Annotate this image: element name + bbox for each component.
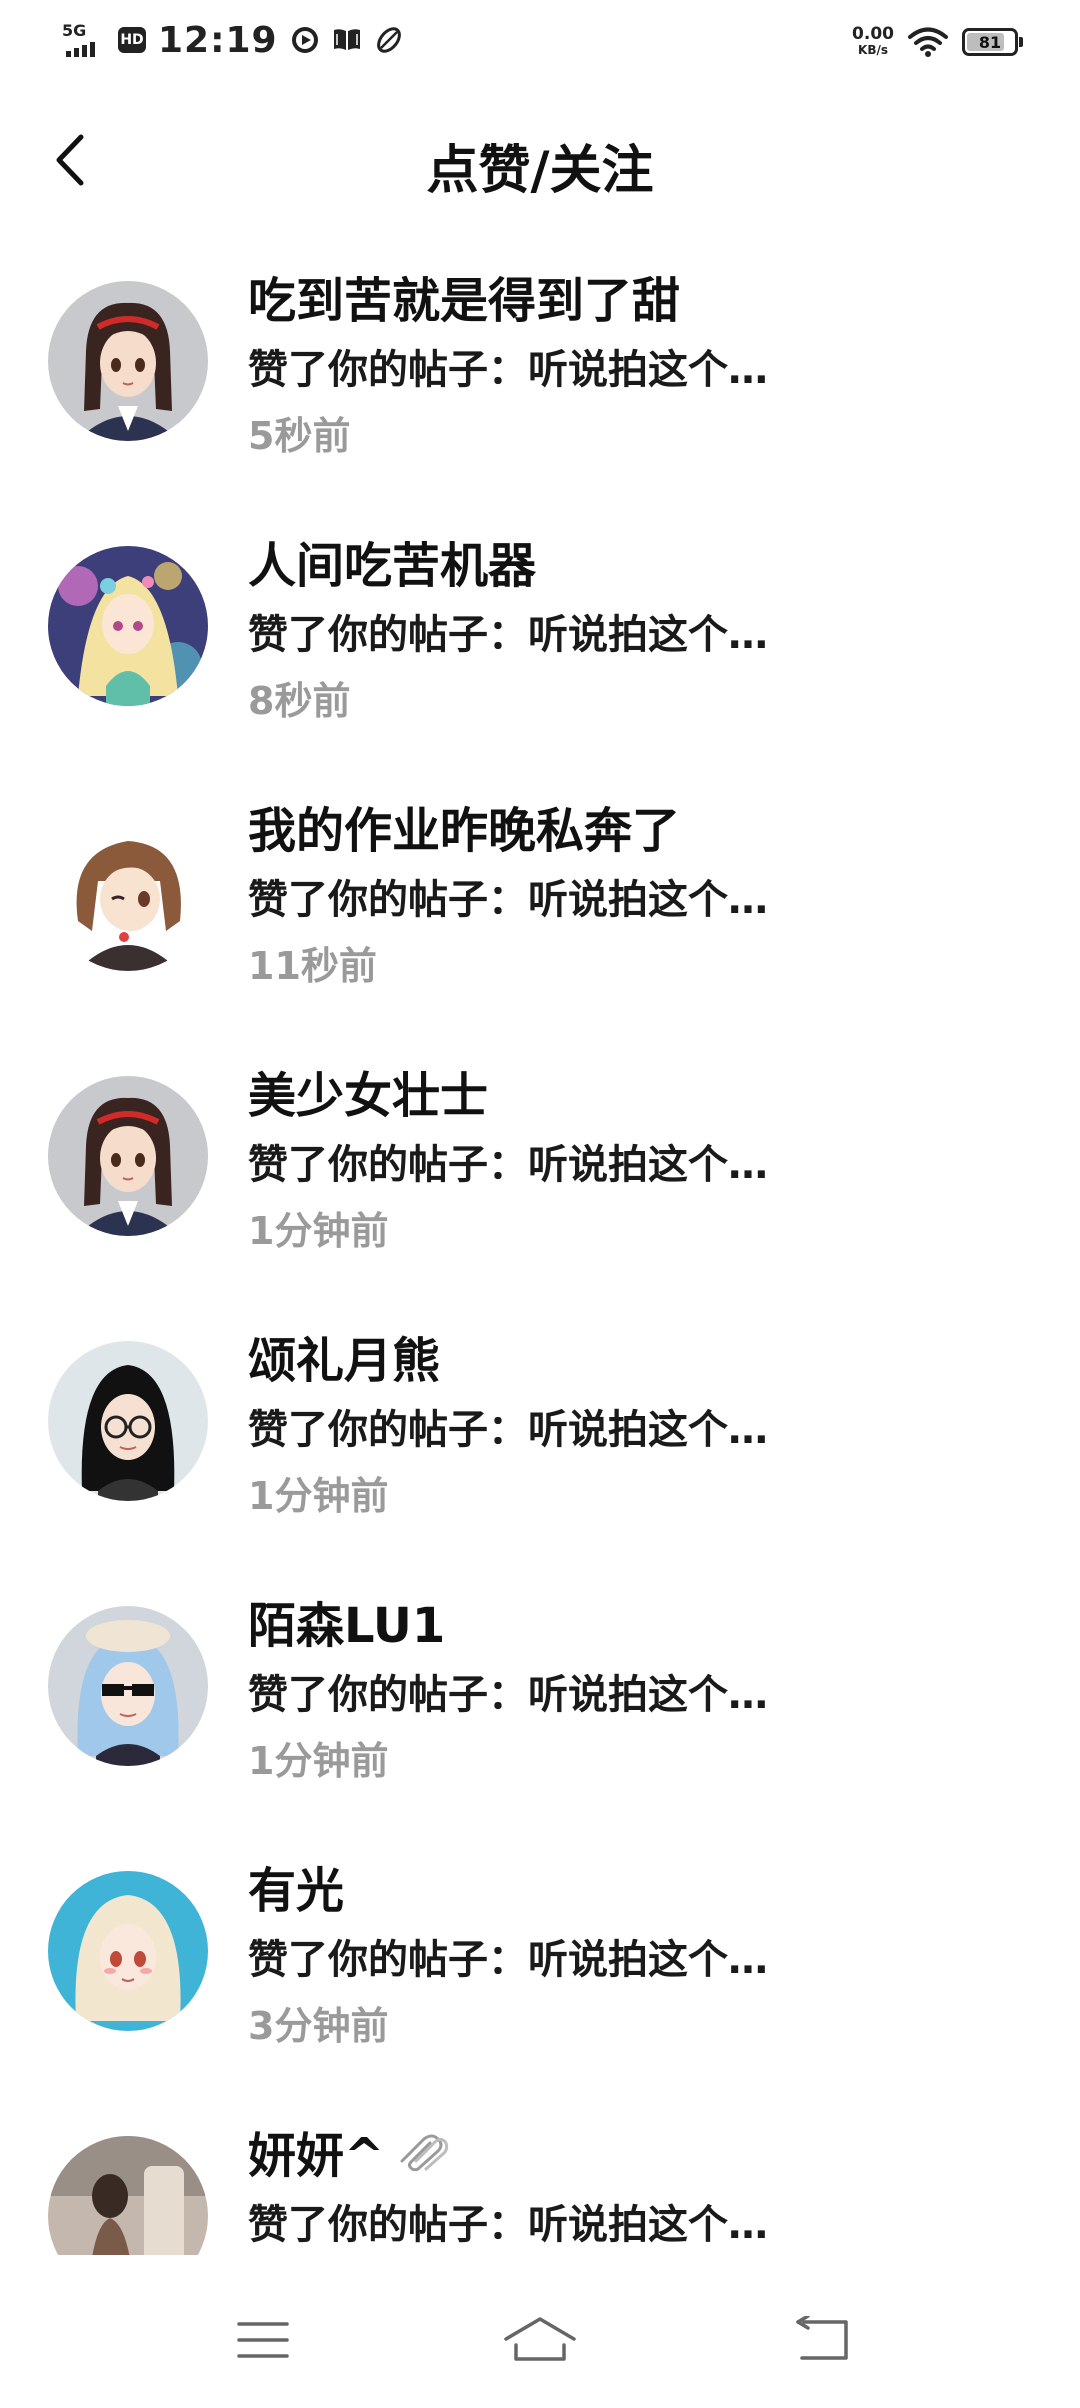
user-name[interactable]: 人间吃苦机器 bbox=[248, 526, 536, 596]
action-text: 赞了你的帖子：听说拍这个… bbox=[248, 1142, 768, 1188]
user-name-row[interactable]: 妍妍^ bbox=[248, 2116, 452, 2186]
home-button[interactable] bbox=[495, 2300, 585, 2380]
leaf-icon bbox=[374, 25, 404, 55]
network-type: 5G bbox=[62, 21, 87, 40]
timestamp: 8秒前 bbox=[248, 679, 351, 723]
notification-item[interactable]: 美少女壮士 赞了你的帖子：听说拍这个… 1分钟前 bbox=[0, 1050, 1080, 1280]
action-text: 赞了你的帖子：听说拍这个… bbox=[248, 2202, 768, 2248]
avatar[interactable] bbox=[48, 811, 208, 971]
avatar[interactable] bbox=[48, 2136, 208, 2255]
speed-value: 0.00 bbox=[852, 24, 894, 44]
timestamp: 1分钟前 bbox=[248, 1209, 389, 1253]
action-text: 赞了你的帖子：听说拍这个… bbox=[248, 347, 768, 393]
action-text: 赞了你的帖子：听说拍这个… bbox=[248, 1407, 768, 1453]
battery-level: 81 bbox=[978, 32, 1002, 52]
speed-unit: KB/s bbox=[858, 43, 889, 57]
status-bar-right: 0.00 KB/s 81 bbox=[852, 20, 1023, 64]
book-icon bbox=[332, 25, 362, 55]
notification-item[interactable]: 有光 赞了你的帖子：听说拍这个… 3分钟前 bbox=[0, 1845, 1080, 2075]
paperclip-icon bbox=[394, 2131, 452, 2171]
avatar[interactable] bbox=[48, 1341, 208, 1501]
action-text: 赞了你的帖子：听说拍这个… bbox=[248, 1937, 768, 1983]
network-speed: 0.00 KB/s bbox=[852, 26, 894, 58]
avatar[interactable] bbox=[48, 281, 208, 441]
notification-list[interactable]: 吃到苦就是得到了甜 赞了你的帖子：听说拍这个… 5秒前 人间吃苦机器 赞了你的帖… bbox=[0, 255, 1080, 2255]
notification-item[interactable]: 陌森LU1 赞了你的帖子：听说拍这个… 1分钟前 bbox=[0, 1580, 1080, 1810]
notification-item[interactable]: 我的作业昨晚私奔了 赞了你的帖子：听说拍这个… 11秒前 bbox=[0, 785, 1080, 1015]
clock: 12:19 bbox=[158, 19, 278, 61]
back-nav-button[interactable] bbox=[778, 2300, 868, 2380]
navigation-bar bbox=[0, 2280, 1080, 2408]
menu-button[interactable] bbox=[218, 2300, 308, 2380]
user-name[interactable]: 颂礼月熊 bbox=[248, 1321, 440, 1391]
wifi-icon bbox=[908, 26, 948, 58]
user-name[interactable]: 有光 bbox=[248, 1851, 344, 1921]
action-text: 赞了你的帖子：听说拍这个… bbox=[248, 877, 768, 923]
user-name[interactable]: 妍妍^ bbox=[248, 2116, 384, 2186]
signal-icon: 5G bbox=[62, 21, 110, 59]
battery-icon: 81 bbox=[962, 28, 1023, 56]
menu-icon bbox=[237, 2322, 289, 2358]
notification-item[interactable]: 吃到苦就是得到了甜 赞了你的帖子：听说拍这个… 5秒前 bbox=[0, 255, 1080, 485]
timestamp: 1分钟前 bbox=[248, 1474, 389, 1518]
action-text: 赞了你的帖子：听说拍这个… bbox=[248, 1672, 768, 1718]
action-text: 赞了你的帖子：听说拍这个… bbox=[248, 612, 768, 658]
notification-item[interactable]: 妍妍^ 赞了你的帖子：听说拍这个… bbox=[0, 2110, 1080, 2255]
home-icon bbox=[504, 2317, 576, 2361]
user-name[interactable]: 我的作业昨晚私奔了 bbox=[248, 791, 680, 861]
status-bar-left: 5G HD 12:19 bbox=[62, 18, 404, 62]
timestamp: 1分钟前 bbox=[248, 1739, 389, 1783]
header: 点赞/关注 bbox=[0, 100, 1080, 220]
user-name[interactable]: 吃到苦就是得到了甜 bbox=[248, 261, 680, 331]
avatar[interactable] bbox=[48, 1076, 208, 1236]
back-icon bbox=[796, 2316, 848, 2360]
avatar[interactable] bbox=[48, 1606, 208, 1766]
user-name[interactable]: 美少女壮士 bbox=[248, 1056, 488, 1126]
avatar[interactable] bbox=[48, 546, 208, 706]
user-name[interactable]: 陌森LU1 bbox=[248, 1586, 445, 1656]
notification-item[interactable]: 颂礼月熊 赞了你的帖子：听说拍这个… 1分钟前 bbox=[0, 1315, 1080, 1545]
hd-badge: HD bbox=[118, 27, 146, 53]
status-bar: 5G HD 12:19 0.00 KB/s 81 bbox=[0, 0, 1080, 82]
notification-item[interactable]: 人间吃苦机器 赞了你的帖子：听说拍这个… 8秒前 bbox=[0, 520, 1080, 750]
play-circle-icon bbox=[290, 25, 320, 55]
timestamp: 5秒前 bbox=[248, 414, 351, 458]
avatar[interactable] bbox=[48, 1871, 208, 2031]
timestamp: 11秒前 bbox=[248, 944, 377, 988]
timestamp: 3分钟前 bbox=[248, 2004, 389, 2048]
page-title: 点赞/关注 bbox=[426, 141, 654, 201]
